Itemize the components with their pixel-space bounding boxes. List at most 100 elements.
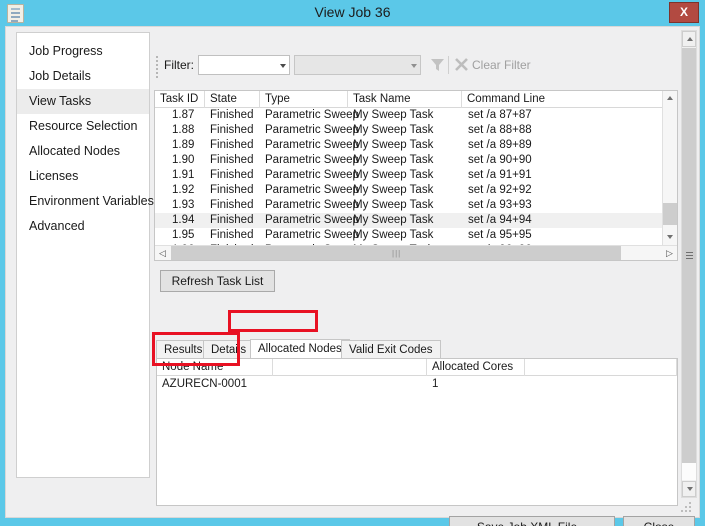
title-bar[interactable]: View Job 36 X [0,0,705,26]
tab-details[interactable]: Details [203,340,255,358]
scrollbar-thumb-horizontal[interactable]: ||| [171,246,621,260]
cell-command-line: set /a 89+89 [468,139,532,151]
scrollbar-track[interactable] [682,48,696,480]
cell-task-name: My Sweep Task [353,169,434,181]
cell-task-name: My Sweep Task [353,109,434,121]
tab-valid-exit-codes[interactable]: Valid Exit Codes [341,340,441,358]
task-list-vertical-scrollbar[interactable] [662,91,677,245]
detail-tabs: Results Details Allocated Nodes Valid Ex… [156,339,678,358]
window-title: View Job 36 [314,4,391,20]
table-row[interactable]: 1.95 Finished Parametric Sweep My Sweep … [155,228,677,243]
cell-task-id: 1.92 [172,184,195,196]
cell-task-name: My Sweep Task [353,184,434,196]
filter-field-dropdown[interactable] [198,55,290,75]
column-header-command-line[interactable]: Command Line [462,91,663,108]
scroll-up-button[interactable] [663,91,677,106]
sidebar-item-advanced[interactable]: Advanced [17,214,149,239]
chevron-up-icon [687,37,693,41]
table-row[interactable]: 1.90 Finished Parametric Sweep My Sweep … [155,153,677,168]
cell-task-id: 1.88 [172,124,195,136]
table-row[interactable]: 1.88 Finished Parametric Sweep My Sweep … [155,123,677,138]
cell-type: Parametric Sweep [265,169,359,181]
chevron-down-icon [411,64,417,68]
sidebar-item-licenses[interactable]: Licenses [17,164,149,189]
table-row[interactable]: 1.89 Finished Parametric Sweep My Sweep … [155,138,677,153]
table-row[interactable]: 1.91 Finished Parametric Sweep My Sweep … [155,168,677,183]
close-x-icon[interactable] [454,57,469,72]
column-header-task-id[interactable]: Task ID [155,91,205,108]
sidebar-item-resource-selection[interactable]: Resource Selection [17,114,149,139]
cell-task-id: 1.91 [172,169,195,181]
task-list-horizontal-scrollbar[interactable]: ◁ ||| ▷ [155,245,677,260]
cell-task-id: 1.95 [172,229,195,241]
sidebar-item-job-details[interactable]: Job Details [17,64,149,89]
funnel-icon[interactable] [430,57,445,73]
scroll-up-button[interactable] [682,31,696,47]
cell-state: Finished [210,139,254,151]
refresh-task-list-button[interactable]: Refresh Task List [160,270,275,292]
sidebar-item-allocated-nodes[interactable]: Allocated Nodes [17,139,149,164]
allocated-nodes-header: Node Name Allocated Cores [157,359,677,376]
tab-allocated-nodes[interactable]: Allocated Nodes [250,339,350,358]
cell-command-line: set /a 93+93 [468,199,532,211]
sidebar-item-view-tasks[interactable]: View Tasks [17,89,149,114]
chevron-down-icon [687,487,693,491]
scroll-down-button[interactable] [682,481,696,497]
chevron-down-icon [667,235,673,239]
dialog-vertical-scrollbar[interactable] [681,30,697,498]
table-row[interactable]: 1.92 Finished Parametric Sweep My Sweep … [155,183,677,198]
filter-value-dropdown[interactable] [294,55,421,75]
sidebar-item-job-progress[interactable]: Job Progress [17,39,149,64]
table-row[interactable]: 1.93 Finished Parametric Sweep My Sweep … [155,198,677,213]
scrollbar-grip [686,251,693,260]
close-window-button[interactable]: X [669,2,699,23]
cell-task-name: My Sweep Task [353,139,434,151]
toolbar-grip-handle[interactable] [156,56,159,78]
close-dialog-button[interactable]: Close [623,516,695,526]
column-header-node-name[interactable]: Node Name [157,359,273,376]
cell-task-id: 1.90 [172,154,195,166]
cell-command-line: set /a 87+87 [468,109,532,121]
cell-state: Finished [210,169,254,181]
cell-task-id: 1.87 [172,109,195,121]
task-list-rows: 1.87 Finished Parametric Sweep My Sweep … [155,108,677,258]
cell-type: Parametric Sweep [265,229,359,241]
table-row[interactable]: 1.87 Finished Parametric Sweep My Sweep … [155,108,677,123]
sidebar-item-environment-variables[interactable]: Environment Variables [17,189,154,214]
cell-command-line: set /a 95+95 [468,229,532,241]
cell-type: Parametric Sweep [265,109,359,121]
cell-task-name: My Sweep Task [353,214,434,226]
cell-type: Parametric Sweep [265,184,359,196]
scrollbar-thumb[interactable] [663,203,677,225]
chevron-up-icon [667,96,673,100]
column-header-type[interactable]: Type [260,91,348,108]
cell-state: Finished [210,214,254,226]
chevron-down-icon [280,64,286,68]
cell-type: Parametric Sweep [265,124,359,136]
scroll-left-button[interactable]: ◁ [155,246,170,260]
cell-task-name: My Sweep Task [353,124,434,136]
clear-filter-label[interactable]: Clear Filter [472,58,531,72]
table-row[interactable]: AZURECN-0001 1 [157,376,677,392]
cell-command-line: set /a 90+90 [468,154,532,166]
cell-state: Finished [210,184,254,196]
cell-command-line: set /a 92+92 [468,184,532,196]
cell-state: Finished [210,199,254,211]
cell-command-line: set /a 91+91 [468,169,532,181]
column-header-spacer-2[interactable] [525,359,677,376]
scroll-down-button[interactable] [663,230,677,245]
allocated-nodes-grid: Node Name Allocated Cores AZURECN-0001 1 [156,358,678,506]
column-header-spacer[interactable] [273,359,427,376]
column-header-allocated-cores[interactable]: Allocated Cores [427,359,525,376]
table-row-selected[interactable]: 1.94 Finished Parametric Sweep My Sweep … [155,213,677,228]
scrollbar-thumb[interactable] [682,48,696,463]
resize-grip[interactable] [681,502,691,512]
save-job-xml-file-button[interactable]: Save Job XML File... [449,516,615,526]
scroll-right-button[interactable]: ▷ [662,246,677,260]
column-header-task-name[interactable]: Task Name [348,91,462,108]
cell-task-name: My Sweep Task [353,154,434,166]
cell-state: Finished [210,109,254,121]
column-header-state[interactable]: State [205,91,260,108]
cell-task-id: 1.89 [172,139,195,151]
sidebar-nav: Job Progress Job Details View Tasks Reso… [16,32,154,478]
